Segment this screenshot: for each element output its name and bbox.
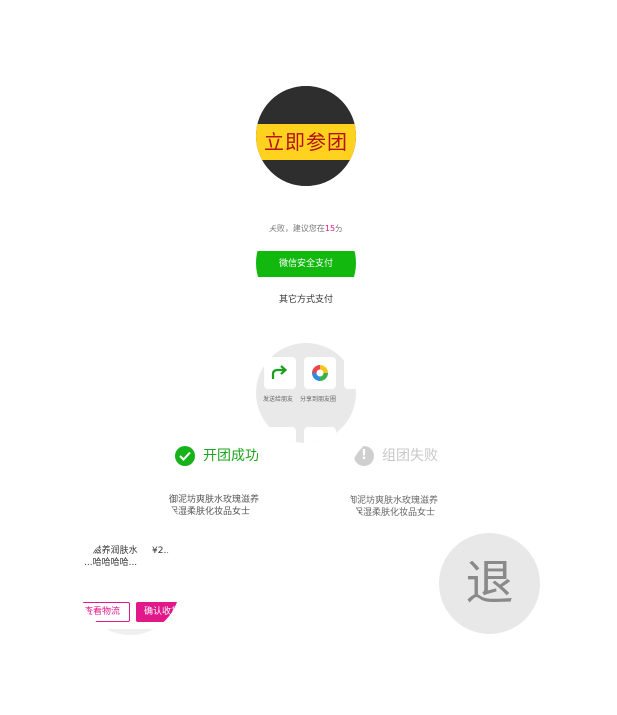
share-more-button[interactable]	[344, 357, 356, 389]
warning-icon: !	[354, 446, 374, 466]
notice-text-suffix: 分	[335, 224, 344, 233]
share-option-button[interactable]	[264, 427, 296, 443]
share-arrow-icon	[271, 365, 288, 379]
divider	[80, 629, 180, 635]
refund-badge: 退	[439, 533, 540, 634]
product-title-line: 保湿柔肤化妆品女士	[169, 507, 251, 517]
order-product-name: ...滋养润肤水 ...哈哈哈哈...	[84, 545, 138, 569]
share-to-moments-button[interactable]	[304, 357, 336, 389]
moments-icon	[312, 365, 328, 381]
share-label-moments: 分享到朋友圈	[300, 396, 337, 403]
payment-crop: 失败，建议您在15分 微信安全支付 其它方式支付	[256, 213, 356, 313]
success-title: 开团成功	[203, 448, 259, 464]
order-actions-crop: ...滋养润肤水 ...哈哈哈哈... ¥2... 查看物流 确认收货	[80, 535, 180, 635]
group-success-crop: 开团成功 御泥坊爽肤水玫瑰滋养 保湿柔肤化妆品女士	[165, 432, 267, 532]
confirm-receipt-button[interactable]: 确认收货	[136, 602, 180, 622]
track-logistics-button[interactable]: 查看物流	[80, 602, 130, 622]
wechat-pay-button[interactable]: 微信安全支付	[256, 251, 356, 277]
notice-text: 失败，建议您在	[268, 224, 325, 233]
share-to-friend-button[interactable]	[264, 357, 296, 389]
order-price: ¥2...	[152, 546, 173, 556]
join-button-crop: 立即参团	[256, 86, 356, 186]
order-name-line: ...哈哈哈哈...	[84, 558, 138, 568]
share-label-friend: 发送给朋友	[263, 396, 294, 403]
group-fail-crop: ! 组团失败 御泥坊爽肤水玫瑰滋养 保湿柔肤化妆品女士	[348, 432, 450, 532]
notice-highlight: 15	[324, 224, 336, 233]
join-group-button[interactable]: 立即参团	[256, 124, 356, 160]
share-panel-crop: 发送给朋友 分享到朋友圈	[256, 343, 356, 443]
product-title-line: 保湿柔肤化妆品女士	[354, 508, 436, 518]
dark-strip	[256, 160, 356, 186]
payment-notice: 失败，建议您在15分	[256, 223, 356, 234]
dark-strip	[256, 86, 356, 124]
check-icon	[175, 446, 195, 466]
order-name-line: ...滋养润肤水	[84, 546, 138, 556]
share-option-button[interactable]	[304, 427, 336, 443]
fail-title: 组团失败	[382, 448, 438, 464]
other-pay-link[interactable]: 其它方式支付	[256, 292, 356, 305]
